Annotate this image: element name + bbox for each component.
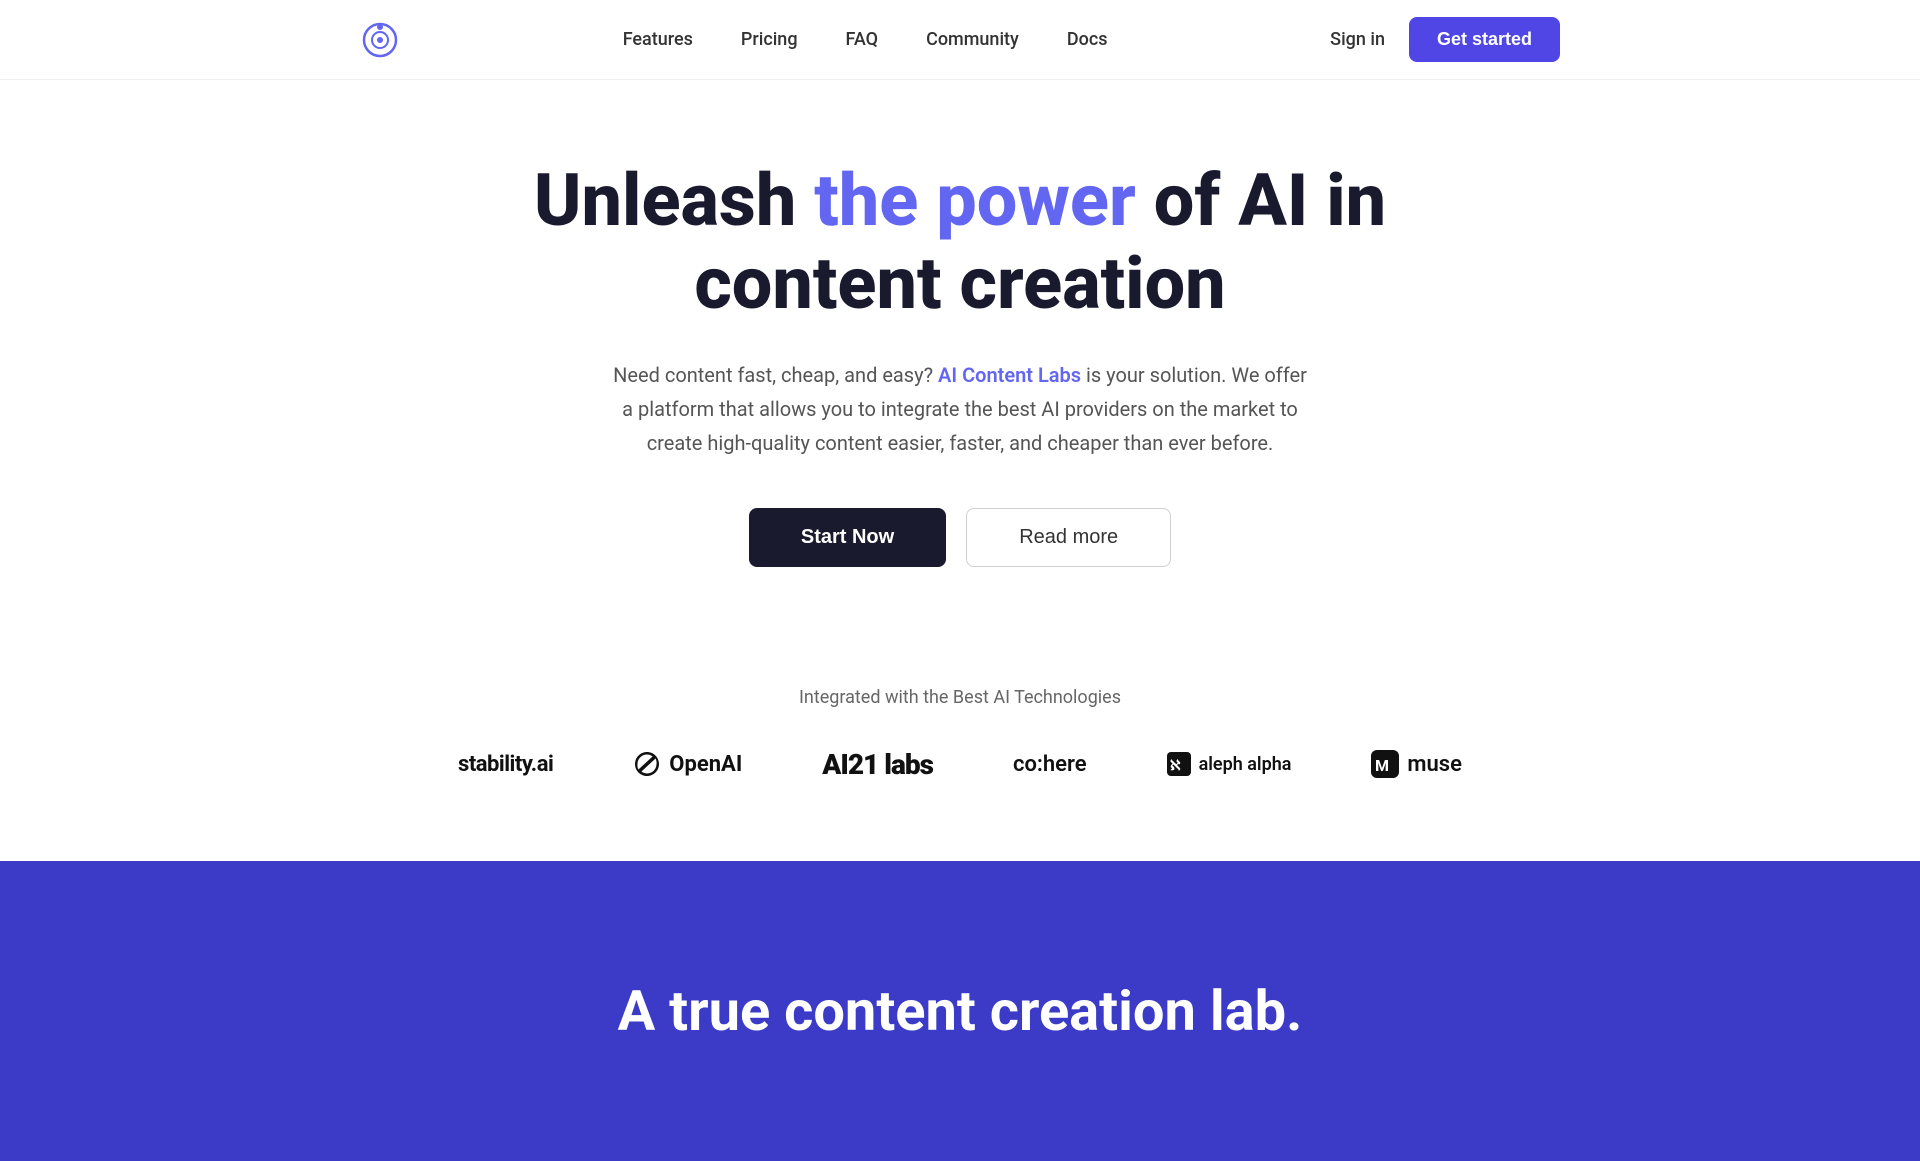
hero-title-highlight: the power xyxy=(814,158,1136,243)
logo-icon xyxy=(360,20,400,60)
alephalpha-logo: ℵ aleph alpha xyxy=(1167,752,1292,776)
logo[interactable] xyxy=(360,20,400,60)
stability-text: stability.ai xyxy=(458,752,553,777)
muse-text: muse xyxy=(1407,752,1462,777)
hero-title: Unleash the power of AI in content creat… xyxy=(534,160,1386,326)
nav-links: Features Pricing FAQ Community Docs xyxy=(623,29,1108,50)
hero-subtitle: Need content fast, cheap, and easy? AI C… xyxy=(610,358,1310,460)
openai-text: OpenAI xyxy=(669,752,742,777)
hero-title-part2: of AI in xyxy=(1136,158,1386,243)
start-now-button[interactable]: Start Now xyxy=(749,508,946,567)
integrations-section: Integrated with the Best AI Technologies… xyxy=(0,627,1920,861)
nav-pricing[interactable]: Pricing xyxy=(741,29,798,50)
cohere-text: co:here xyxy=(1013,752,1087,777)
blue-section-title: A true content creation lab. xyxy=(618,978,1303,1044)
sign-in-link[interactable]: Sign in xyxy=(1330,29,1385,50)
hero-brand-link[interactable]: AI Content Labs xyxy=(938,363,1081,387)
nav-community[interactable]: Community xyxy=(926,29,1019,50)
aleph-icon: ℵ xyxy=(1167,752,1191,776)
nav-faq[interactable]: FAQ xyxy=(846,29,879,50)
ai21-logo: AI21 labs xyxy=(822,748,933,781)
cohere-logo: co:here xyxy=(1013,752,1087,777)
hero-buttons: Start Now Read more xyxy=(749,508,1171,567)
svg-text:ℵ: ℵ xyxy=(1170,758,1181,774)
hero-title-line2: content creation xyxy=(694,241,1225,326)
navbar-actions: Sign in Get started xyxy=(1330,17,1560,62)
openai-logo: OpenAI xyxy=(633,750,742,778)
nav-features[interactable]: Features xyxy=(623,29,693,50)
blue-section: A true content creation lab. xyxy=(0,861,1920,1161)
svg-text:M: M xyxy=(1375,756,1389,775)
muse-logo: M muse xyxy=(1371,750,1462,778)
navbar: Features Pricing FAQ Community Docs Sign… xyxy=(0,0,1920,80)
alephalpha-text: aleph alpha xyxy=(1199,754,1292,775)
openai-icon xyxy=(633,750,661,778)
hero-subtitle-prefix: Need content fast, cheap, and easy? xyxy=(613,363,938,387)
stability-logo: stability.ai xyxy=(458,752,553,777)
get-started-button[interactable]: Get started xyxy=(1409,17,1560,62)
integrations-logos: stability.ai OpenAI AI21 labs co:here ℵ … xyxy=(458,748,1462,781)
hero-title-part1: Unleash xyxy=(534,158,814,243)
integrations-label: Integrated with the Best AI Technologies xyxy=(799,687,1121,708)
read-more-button[interactable]: Read more xyxy=(966,508,1171,567)
ai21-text: AI21 labs xyxy=(822,748,933,781)
muse-icon: M xyxy=(1371,750,1399,778)
hero-section: Unleash the power of AI in content creat… xyxy=(0,80,1920,627)
nav-docs[interactable]: Docs xyxy=(1067,29,1108,50)
